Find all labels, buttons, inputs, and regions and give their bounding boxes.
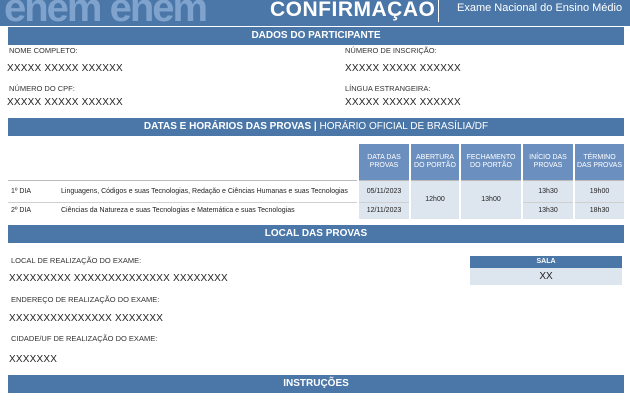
inscricao-label: NÚMERO DE INSCRIÇÃO:	[345, 46, 437, 55]
local-label: LOCAL DE REALIZAÇÃO DO EXAME:	[11, 256, 142, 265]
enem-logo: enem enem	[4, 0, 208, 26]
page-header: enem enem CONFIRMAÇÃO Exame Nacional do …	[0, 0, 630, 26]
sala-box: SALA XX	[470, 256, 622, 285]
header-termino: TÉRMINO DAS PROVAS	[573, 144, 624, 181]
section-provas-title: DATAS E HORÁRIOS DAS PROVAS |	[143, 121, 317, 132]
cpf-value: XXXXX XXXXX XXXXXX	[7, 97, 123, 108]
inscricao-value: XXXXX XXXXX XXXXXX	[345, 63, 461, 74]
section-participante: DADOS DO PARTICIPANTE	[8, 27, 624, 45]
local-value: XXXXXXXXX XXXXXXXXXXXXXX XXXXXXXX	[9, 273, 228, 284]
header-abertura: ABERTURA DO PORTÃO	[409, 144, 460, 181]
cidade-label: CIDADE/UF DE REALIZAÇÃO DO EXAME:	[11, 334, 158, 343]
endereco-label: ENDEREÇO DE REALIZAÇÃO DO EXAME:	[11, 295, 160, 304]
page-title: CONFIRMAÇÃO	[270, 0, 436, 21]
page-subtitle: Exame Nacional do Ensino Médio	[457, 2, 623, 14]
row-inicio: 13h30	[521, 202, 574, 219]
fechamento-value: 13h00	[459, 180, 522, 219]
row-data: 12/11/2023	[357, 202, 410, 219]
header-fechamento: FECHAMENTO DO PORTÃO	[459, 144, 522, 181]
abertura-value: 12h00	[409, 180, 460, 219]
header-inicio: INÍCIO DAS PROVAS	[521, 144, 574, 181]
header-divider	[438, 0, 439, 22]
lingua-value: XXXXX XXXXX XXXXXX	[345, 97, 461, 108]
row-inicio: 13h30	[521, 180, 574, 203]
sala-label: SALA	[470, 256, 622, 268]
section-provas: DATAS E HORÁRIOS DAS PROVAS | HORÁRIO OF…	[8, 118, 624, 136]
schedule-table: DATA DAS PROVAS ABERTURA DO PORTÃO FECHA…	[8, 144, 624, 219]
endereco-value: XXXXXXXXXXXXXXX XXXXXXX	[9, 313, 164, 324]
row-dia: 2º DIA	[8, 202, 58, 219]
row-termino: 18h30	[573, 202, 624, 219]
nome-value: XXXXX XXXXX XXXXXX	[7, 63, 123, 74]
row-termino: 19h00	[573, 180, 624, 203]
row-dia: 1º DIA	[8, 180, 58, 203]
row-data: 05/11/2023	[357, 180, 410, 203]
cidade-value: XXXXXXX	[9, 354, 58, 365]
section-instrucoes: INSTRUÇÕES	[8, 375, 624, 393]
table-row: 1º DIA Linguagens, Códigos e suas Tecnol…	[8, 180, 624, 219]
row-area: Ciências da Natureza e suas Tecnologias …	[58, 202, 358, 219]
schedule-header-row: DATA DAS PROVAS ABERTURA DO PORTÃO FECHA…	[8, 144, 624, 181]
table-row: 2º DIA Ciências da Natureza e suas Tecno…	[8, 202, 624, 219]
lingua-label: LÍNGUA ESTRANGEIRA:	[345, 84, 431, 93]
sala-value: XX	[470, 268, 622, 285]
nome-label: NOME COMPLETO:	[9, 46, 78, 55]
section-local: LOCAL DAS PROVAS	[8, 225, 624, 243]
row-area: Linguagens, Códigos e suas Tecnologias, …	[58, 180, 358, 203]
cpf-label: NÚMERO DO CPF:	[9, 84, 75, 93]
header-data: DATA DAS PROVAS	[357, 144, 410, 181]
section-provas-subtitle: HORÁRIO OFICIAL DE BRASÍLIA/DF	[316, 121, 489, 132]
